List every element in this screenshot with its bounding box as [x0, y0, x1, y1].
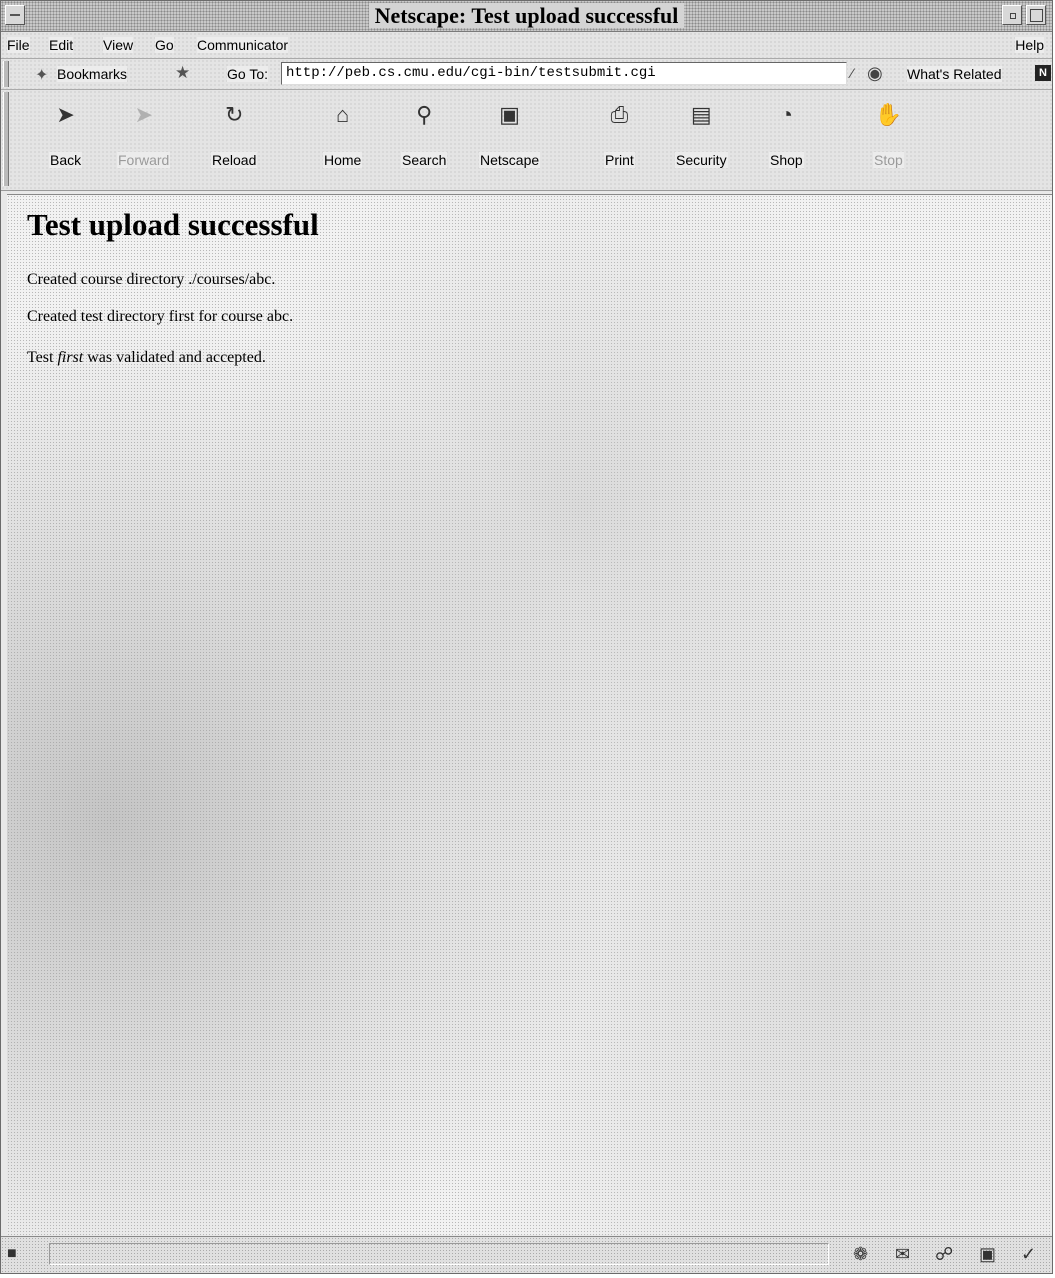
reload-button[interactable]: ↻ Reload: [211, 100, 258, 168]
search-button[interactable]: ⚲ Search: [401, 100, 448, 168]
message-test-directory: Created test directory first for course …: [27, 308, 294, 325]
forward-arrow-icon: ➤: [134, 102, 153, 127]
home-button[interactable]: ⌂ Home: [323, 100, 363, 168]
discussion-icon[interactable]: ☍: [935, 1244, 953, 1265]
browser-window: Netscape: Test upload successful File Ed…: [0, 0, 1053, 1274]
toolbar-grip[interactable]: [3, 61, 9, 87]
back-button[interactable]: ➤ Back: [49, 100, 83, 168]
menu-communicator[interactable]: Communicator: [197, 37, 289, 53]
location-toolbar: ✦ Bookmarks ★ Go To: http://peb.cs.cmu.e…: [1, 59, 1052, 90]
bookmarks-icon[interactable]: ✦: [35, 65, 48, 85]
netscape-n-icon[interactable]: N: [1035, 65, 1051, 81]
menu-file[interactable]: File: [7, 37, 30, 53]
page-proxy-icon[interactable]: ⁄: [851, 65, 853, 81]
location-input[interactable]: http://peb.cs.cmu.edu/cgi-bin/testsubmit…: [281, 62, 847, 85]
security-lock-icon: ▤: [690, 102, 712, 127]
shop-icon: ◔: [779, 102, 793, 127]
whats-related-icon[interactable]: ◉: [867, 63, 883, 84]
status-text: [49, 1243, 829, 1265]
toolbar-grip[interactable]: [3, 92, 9, 186]
forward-button[interactable]: ➤ Forward: [117, 100, 171, 168]
reload-icon: ↻: [224, 102, 244, 127]
message-test-accepted: Test first was validated and accepted.: [27, 349, 266, 366]
back-arrow-icon: ➤: [56, 102, 75, 127]
window-title: Netscape: Test upload successful: [1, 3, 1052, 29]
composer-icon[interactable]: ▣: [979, 1244, 996, 1265]
message-course-directory: Created course directory ./courses/abc.: [27, 271, 276, 288]
navigator-icon[interactable]: ❁: [853, 1244, 868, 1265]
menu-view[interactable]: View: [103, 37, 134, 53]
page-content: Test upload successful Created course di…: [7, 194, 1052, 1235]
menu-bar: File Edit View Go Communicator Help: [1, 32, 1052, 59]
search-icon: ⚲: [416, 102, 433, 127]
edit-icon[interactable]: ✓: [1021, 1244, 1036, 1265]
home-icon: ⌂: [336, 102, 350, 127]
navigation-toolbar: ➤ Back ➤ Forward ↻ Reload ⌂ Home ⚲ Searc…: [1, 90, 1052, 191]
security-button[interactable]: ▤ Security: [675, 100, 728, 168]
status-bar: ■ ❁ ✉ ☍ ▣ ✓: [1, 1236, 1052, 1273]
bookmarks-button[interactable]: Bookmarks: [57, 66, 128, 82]
title-bar[interactable]: Netscape: Test upload successful: [1, 1, 1052, 32]
netscape-icon: ▣: [499, 102, 520, 127]
bookmark-add-icon[interactable]: ★: [175, 63, 190, 83]
print-icon: ⎙: [610, 102, 629, 127]
maximize-button[interactable]: [1026, 5, 1046, 25]
goto-label: Go To:: [227, 66, 268, 82]
menu-go[interactable]: Go: [155, 37, 174, 53]
security-status-icon[interactable]: ■: [7, 1245, 17, 1263]
stop-icon: ✋: [874, 102, 903, 127]
stop-button[interactable]: ✋ Stop: [873, 100, 904, 168]
menu-help[interactable]: Help: [1015, 37, 1044, 53]
mail-icon[interactable]: ✉: [895, 1244, 910, 1265]
print-button[interactable]: ⎙ Print: [604, 100, 635, 168]
whats-related-button[interactable]: What's Related: [907, 66, 1002, 82]
menu-edit[interactable]: Edit: [49, 37, 74, 53]
netscape-button[interactable]: ▣ Netscape: [479, 100, 541, 168]
page-heading: Test upload successful: [27, 207, 319, 242]
minimize-button[interactable]: [1002, 5, 1022, 25]
shop-button[interactable]: ◔ Shop: [769, 100, 804, 168]
